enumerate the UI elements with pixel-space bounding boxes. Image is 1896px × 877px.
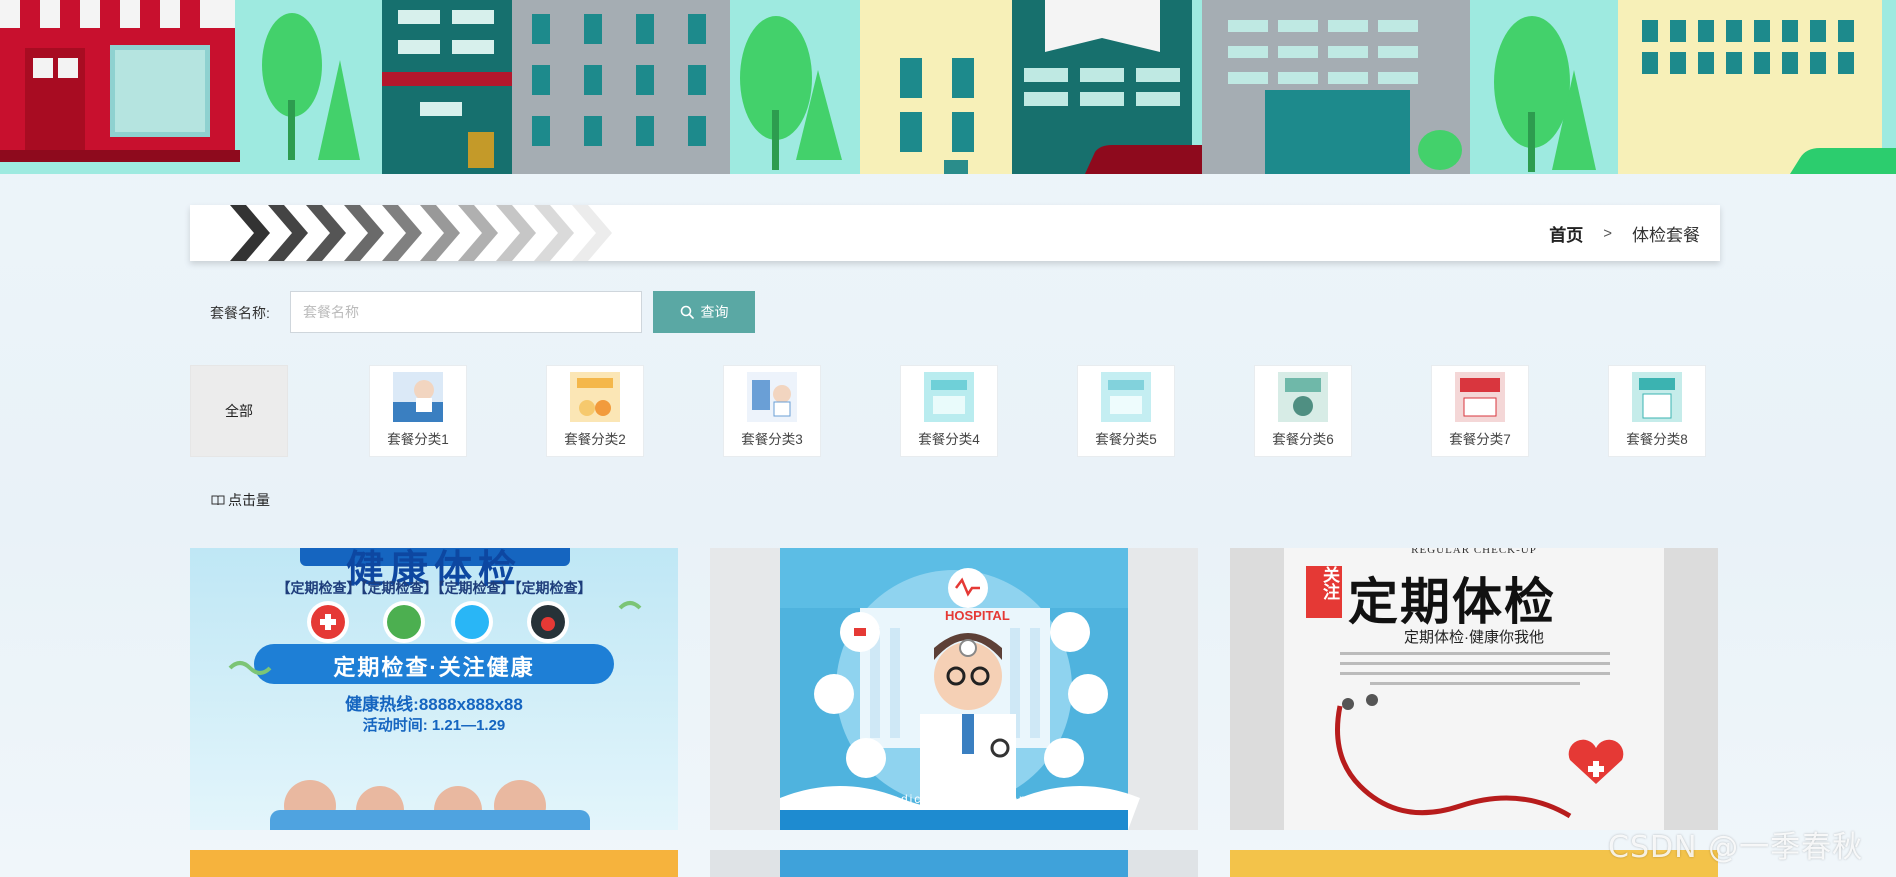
poster-top-en: REGULAR CHECK-UP bbox=[1411, 548, 1537, 556]
sort-label: 点击量 bbox=[228, 492, 270, 508]
category-thumbnail bbox=[1277, 372, 1329, 422]
category-item-6[interactable]: 套餐分类6 bbox=[1254, 365, 1352, 457]
category-label: 套餐分类1 bbox=[387, 432, 449, 447]
search-label: 套餐名称: bbox=[210, 305, 270, 321]
category-label: 套餐分类5 bbox=[1095, 432, 1157, 447]
breadcrumb: 首页 > 体检套餐 bbox=[1549, 205, 1700, 261]
category-label: 套餐分类4 bbox=[918, 432, 980, 447]
category-all[interactable]: 全部 bbox=[190, 365, 288, 457]
search-button-label: 查询 bbox=[700, 304, 729, 320]
package-card-4[interactable] bbox=[190, 850, 678, 877]
category-all-label: 全部 bbox=[225, 403, 253, 419]
category-label: 套餐分类6 bbox=[1272, 432, 1334, 447]
category-thumbnail bbox=[1100, 372, 1152, 422]
search-button[interactable]: 查询 bbox=[653, 291, 755, 333]
category-item-7[interactable]: 套餐分类7 bbox=[1431, 365, 1529, 457]
poster-hotline: 健康热线:8888x888x88 bbox=[345, 695, 523, 714]
breadcrumb-current: 体检套餐 bbox=[1632, 225, 1700, 245]
poster-badge: 关注 bbox=[1320, 566, 1339, 600]
package-name-input[interactable] bbox=[290, 291, 642, 333]
category-label: 套餐分类7 bbox=[1449, 432, 1511, 447]
breadcrumb-separator: > bbox=[1603, 224, 1612, 242]
category-item-2[interactable]: 套餐分类2 bbox=[546, 365, 644, 457]
category-label: 套餐分类2 bbox=[564, 432, 626, 447]
package-card-3[interactable]: REGULAR CHECK-UP 关注 定期体检 定期体检·健康你我他 bbox=[1230, 548, 1718, 830]
poster-tagline: 定期体检·健康你我他 bbox=[1404, 629, 1544, 646]
package-poster-2 bbox=[710, 548, 1198, 830]
book-icon bbox=[211, 495, 225, 505]
category-thumbnail bbox=[746, 372, 798, 422]
package-card-1[interactable]: 健康体检 【定期检查】【定期检查】【定期检查】【定期检查】 定期检查·关注健康 … bbox=[190, 548, 678, 830]
category-item-4[interactable]: 套餐分类4 bbox=[900, 365, 998, 457]
package-card-5[interactable] bbox=[710, 850, 1198, 877]
category-thumbnail bbox=[1454, 372, 1506, 422]
category-item-1[interactable]: 套餐分类1 bbox=[369, 365, 467, 457]
watermark-text: CSDN @一季春秋 bbox=[1608, 830, 1864, 865]
sort-by-clicks[interactable]: 点击量 bbox=[211, 490, 270, 510]
chevron-decoration-icon bbox=[230, 205, 612, 261]
city-banner bbox=[0, 0, 1896, 174]
category-item-5[interactable]: 套餐分类5 bbox=[1077, 365, 1175, 457]
category-thumbnail bbox=[923, 372, 975, 422]
category-thumbnail bbox=[569, 372, 621, 422]
package-card-2[interactable]: HOSPITAL Medical examination bbox=[710, 548, 1198, 830]
breadcrumb-bar: 首页 > 体检套餐 bbox=[190, 205, 1720, 261]
poster-tags: 【定期检查】【定期检查】【定期检查】【定期检查】 bbox=[276, 580, 592, 596]
poster-subtitle: Medical examination bbox=[880, 792, 1028, 806]
category-thumbnail bbox=[392, 372, 444, 422]
poster-banner: 定期检查·关注健康 bbox=[333, 655, 535, 680]
category-label: 套餐分类8 bbox=[1626, 432, 1688, 447]
category-item-3[interactable]: 套餐分类3 bbox=[723, 365, 821, 457]
poster-time: 活动时间: 1.21—1.29 bbox=[362, 717, 506, 734]
category-thumbnail bbox=[1631, 372, 1683, 422]
search-icon bbox=[680, 305, 694, 319]
category-label: 套餐分类3 bbox=[741, 432, 803, 447]
breadcrumb-home-link[interactable]: 首页 bbox=[1549, 221, 1583, 246]
category-item-8[interactable]: 套餐分类8 bbox=[1608, 365, 1706, 457]
poster-headline: 定期体检 bbox=[1348, 574, 1556, 630]
poster-hospital-label: HOSPITAL bbox=[945, 608, 1010, 623]
city-illustration bbox=[0, 0, 1896, 174]
